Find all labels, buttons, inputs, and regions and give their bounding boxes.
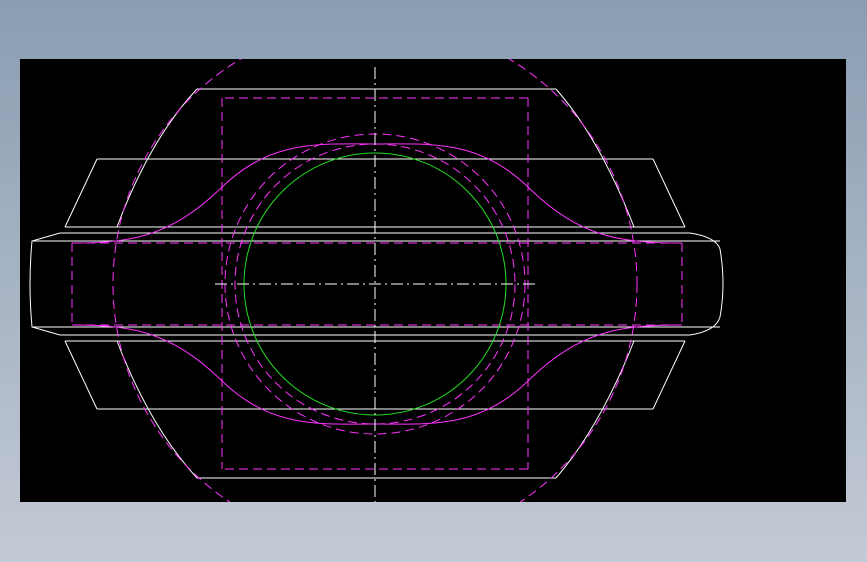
neck-right-lower-taper bbox=[652, 340, 686, 410]
cad-drawing-canvas bbox=[29, 59, 724, 502]
neck-right-upper-taper bbox=[652, 158, 686, 228]
body-left-arc-upper bbox=[116, 88, 198, 228]
neck-left-lower-taper bbox=[64, 340, 98, 410]
centerlines bbox=[215, 67, 536, 502]
hidden-edges bbox=[71, 59, 683, 502]
app-window: { "drawing": { "background_color": "#000… bbox=[0, 0, 867, 562]
right-hub-outline bbox=[689, 232, 724, 336]
body-right-arc-upper bbox=[555, 88, 635, 228]
neck-left-upper-taper bbox=[64, 158, 98, 228]
left-hub-outline bbox=[29, 232, 61, 336]
cad-drawing-viewport[interactable] bbox=[20, 59, 846, 502]
